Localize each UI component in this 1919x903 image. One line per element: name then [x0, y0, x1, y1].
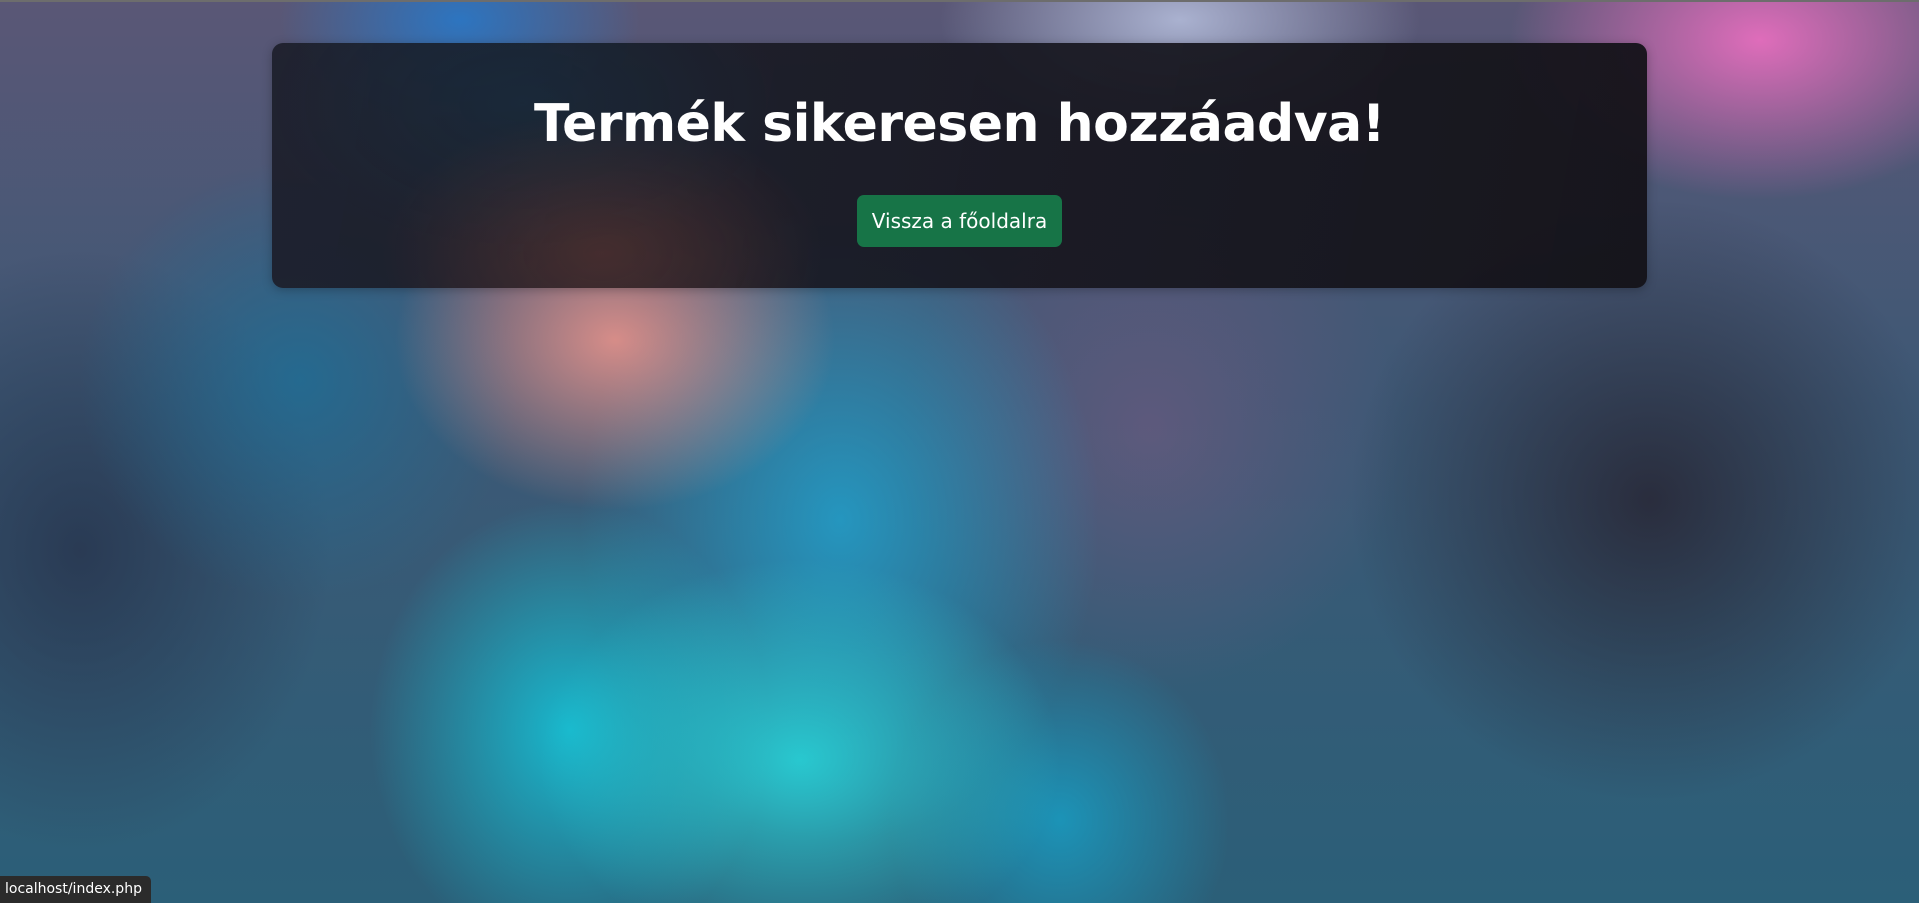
page-background: { "message": { "title": "Termék sikerese…: [0, 0, 1919, 903]
back-to-home-button[interactable]: Vissza a főoldalra: [857, 195, 1062, 247]
success-title: Termék sikeresen hozzáadva!: [534, 94, 1385, 154]
link-status-url: localhost/index.php: [0, 876, 151, 903]
success-message-card: Termék sikeresen hozzáadva! Vissza a főo…: [272, 43, 1647, 288]
browser-top-border: [0, 0, 1919, 2]
